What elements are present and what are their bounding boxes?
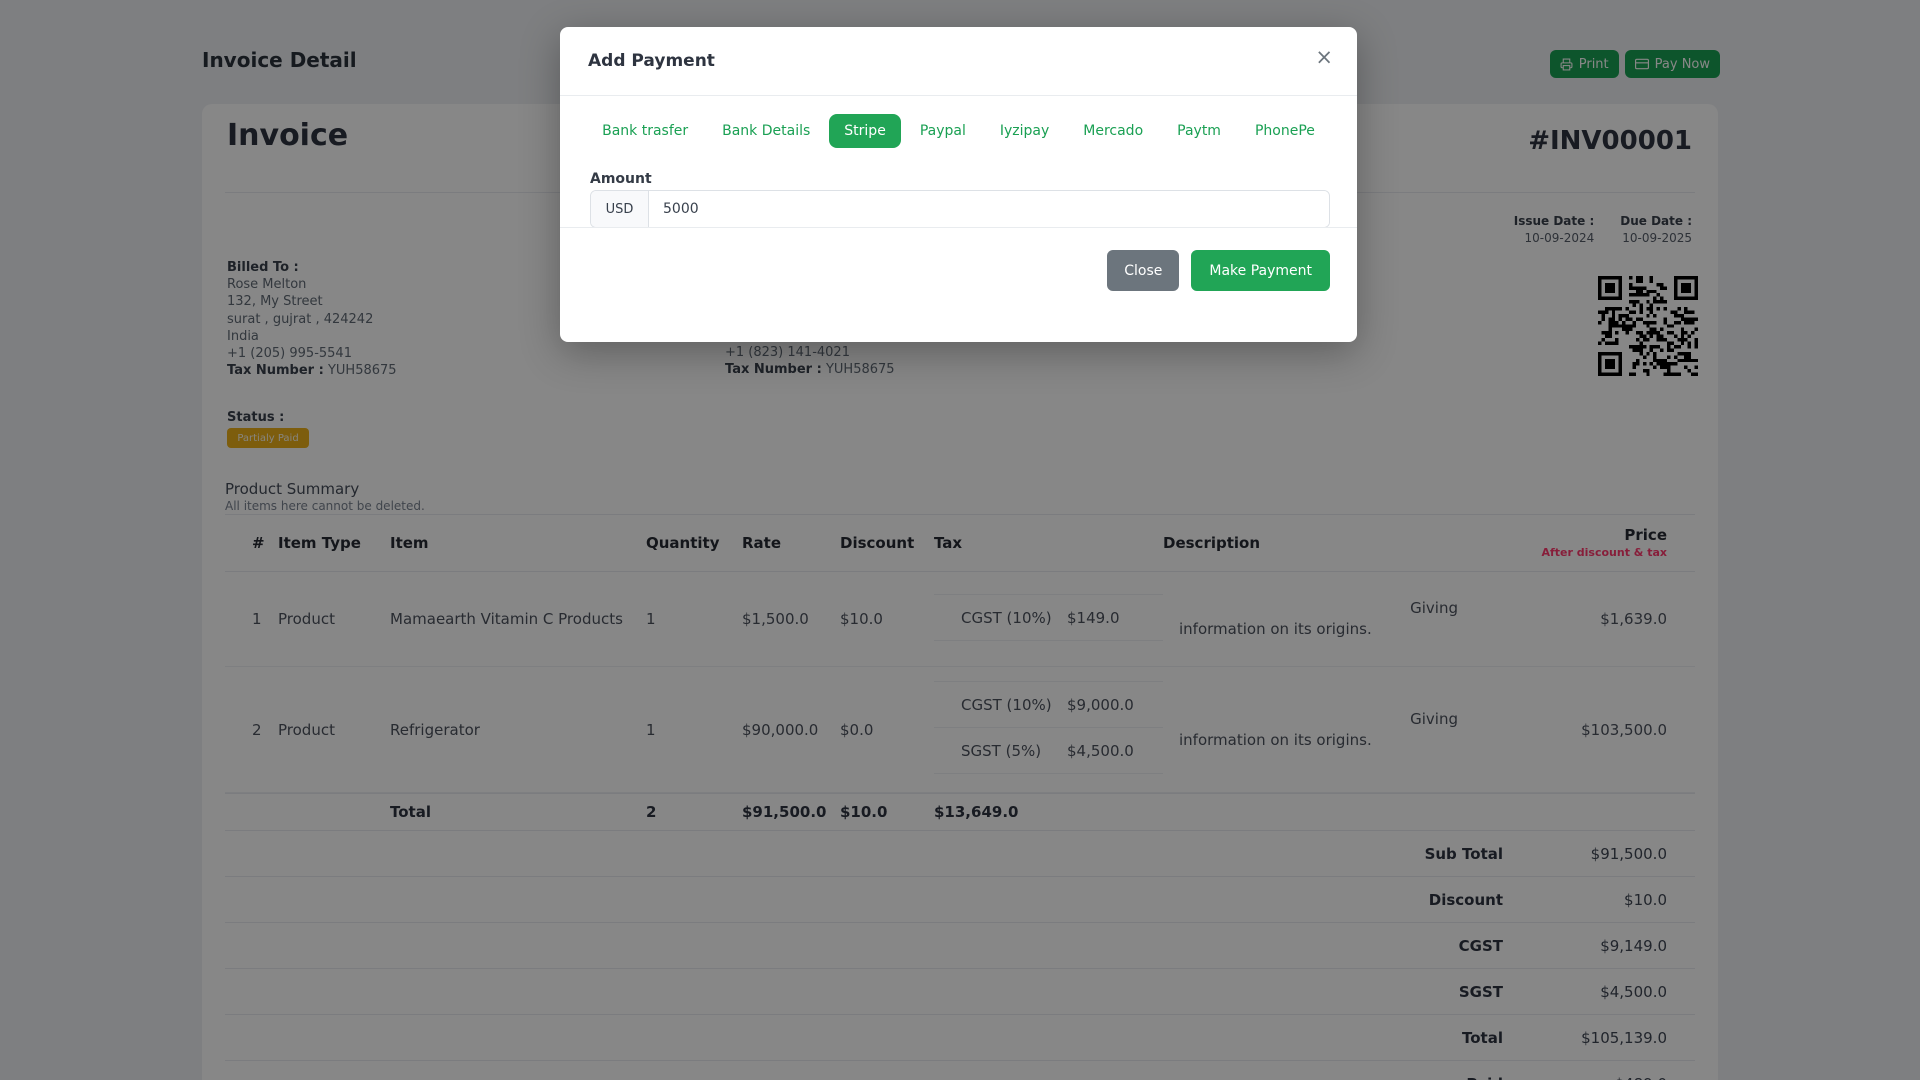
tab-paypal[interactable]: Paypal xyxy=(905,114,981,148)
divider xyxy=(560,227,1357,228)
close-button[interactable]: Close xyxy=(1107,250,1180,291)
make-payment-button[interactable]: Make Payment xyxy=(1191,250,1330,291)
payment-method-tabs: Bank trasfer Bank Details Stripe Paypal … xyxy=(560,114,1357,148)
add-payment-modal: Add Payment × Bank trasfer Bank Details … xyxy=(560,27,1357,342)
currency-prefix: USD xyxy=(591,191,649,227)
tab-bank-details[interactable]: Bank Details xyxy=(707,114,825,148)
divider xyxy=(560,95,1357,96)
amount-label: Amount xyxy=(590,171,652,187)
tab-paytm[interactable]: Paytm xyxy=(1162,114,1236,148)
modal-footer: Close Make Payment xyxy=(1107,250,1330,291)
tab-phonepe[interactable]: PhonePe xyxy=(1240,114,1330,148)
tab-iyzipay[interactable]: Iyzipay xyxy=(985,114,1064,148)
tab-stripe[interactable]: Stripe xyxy=(829,114,901,148)
tab-mercado[interactable]: Mercado xyxy=(1068,114,1158,148)
amount-input-group: USD xyxy=(590,190,1330,228)
amount-input[interactable] xyxy=(649,191,1329,227)
tab-bank-transfer[interactable]: Bank trasfer xyxy=(587,114,703,148)
invoice-detail-page: Invoice Detail Print Pay Now Invoice #IN… xyxy=(0,0,1920,1080)
close-icon[interactable]: × xyxy=(1315,47,1333,68)
modal-title: Add Payment xyxy=(588,51,715,71)
